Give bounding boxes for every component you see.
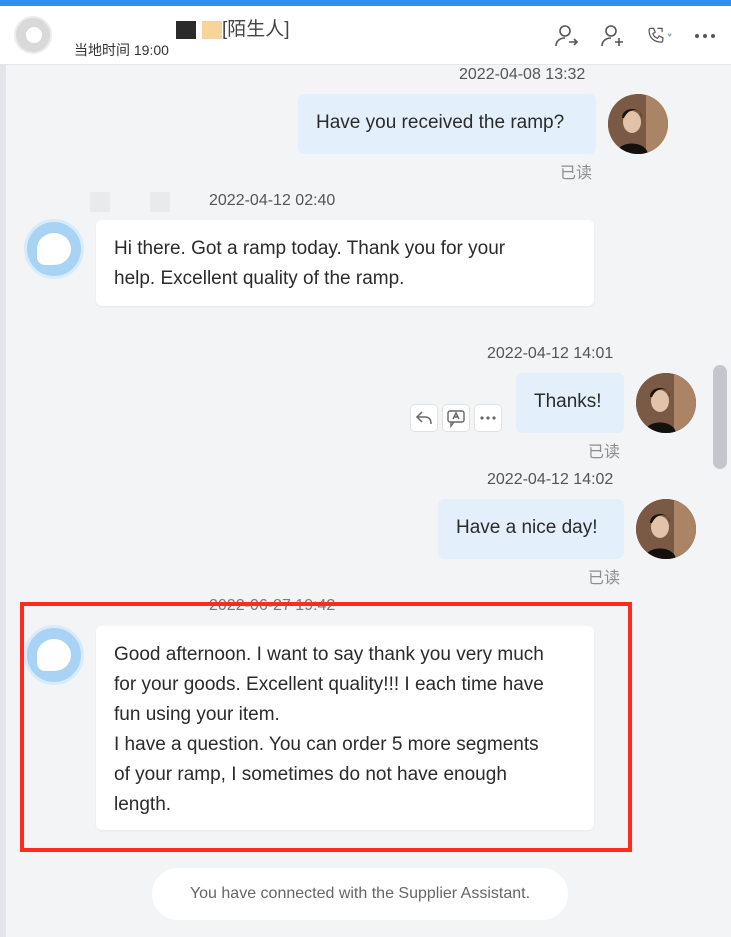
avatar-photo xyxy=(608,94,668,154)
contact-name-label: [陌生人] xyxy=(222,19,290,40)
avatar-photo xyxy=(636,499,696,559)
system-notice-text: You have connected with the Supplier Ass… xyxy=(189,885,531,902)
my-avatar[interactable] xyxy=(608,94,668,154)
incoming-message-bubble[interactable]: Hi there. Got a ramp today. Thank you fo… xyxy=(96,220,594,306)
reply-button[interactable] xyxy=(410,404,438,432)
system-notice: You have connected with the Supplier Ass… xyxy=(152,868,568,920)
more-options-icon xyxy=(480,416,496,420)
redacted-flag-mark xyxy=(202,20,222,39)
my-avatar[interactable] xyxy=(636,373,696,433)
avatar-photo xyxy=(636,373,696,433)
header-actions xyxy=(551,22,721,50)
message-line: Hi there. Got a ramp today. Thank you fo… xyxy=(114,238,506,259)
message-timestamp: 2022-04-12 14:01 xyxy=(487,345,614,362)
outgoing-message-bubble[interactable]: Have you received the ramp? xyxy=(298,94,596,154)
scrollbar-thumb[interactable] xyxy=(713,365,727,469)
message-tools xyxy=(410,404,502,432)
chat-header: [陌生人] 当地时间 19:00 xyxy=(0,6,731,65)
redacted-sender-name xyxy=(150,192,170,212)
more-icon xyxy=(695,34,715,38)
customer-avatar[interactable] xyxy=(24,219,84,279)
outgoing-message-bubble[interactable]: Thanks! xyxy=(516,373,624,433)
message-line: help. Excellent quality of the ramp. xyxy=(114,268,405,289)
left-panel-edge xyxy=(0,65,6,937)
contact-avatar[interactable] xyxy=(14,16,52,54)
message-text: Thanks! xyxy=(534,391,602,412)
message-timestamp: 2022-04-12 14:02 xyxy=(487,471,614,488)
my-avatar[interactable] xyxy=(636,499,696,559)
call-icon xyxy=(648,27,672,43)
contact-name: [陌生人] xyxy=(72,14,290,41)
message-timestamp: 2022-04-12 02:40 xyxy=(209,192,336,209)
message-timestamp: 2022-04-08 13:32 xyxy=(459,66,586,83)
chat-bubble-icon xyxy=(37,233,71,265)
message-text: Have you received the ramp? xyxy=(316,112,565,133)
redacted-sender-name xyxy=(90,192,110,212)
more-options-button[interactable] xyxy=(474,404,502,432)
local-time: 当地时间 19:00 xyxy=(74,42,169,58)
reply-icon xyxy=(415,411,432,425)
more-button[interactable] xyxy=(689,22,721,50)
read-status: 已读 xyxy=(560,165,593,182)
add-contact-icon xyxy=(601,25,623,47)
call-button[interactable] xyxy=(643,22,675,50)
read-status: 已读 xyxy=(588,444,621,461)
outgoing-message-bubble[interactable]: Have a nice day! xyxy=(438,499,624,559)
translate-button[interactable] xyxy=(442,404,470,432)
message-text: Have a nice day! xyxy=(456,517,598,538)
contact-transfer-icon xyxy=(555,25,579,47)
contact-transfer-button[interactable] xyxy=(551,22,583,50)
read-status: 已读 xyxy=(588,570,621,587)
redacted-name-mark xyxy=(176,20,196,39)
highlight-annotation-box xyxy=(20,602,632,852)
translate-icon xyxy=(447,410,465,428)
add-contact-button[interactable] xyxy=(597,22,629,50)
